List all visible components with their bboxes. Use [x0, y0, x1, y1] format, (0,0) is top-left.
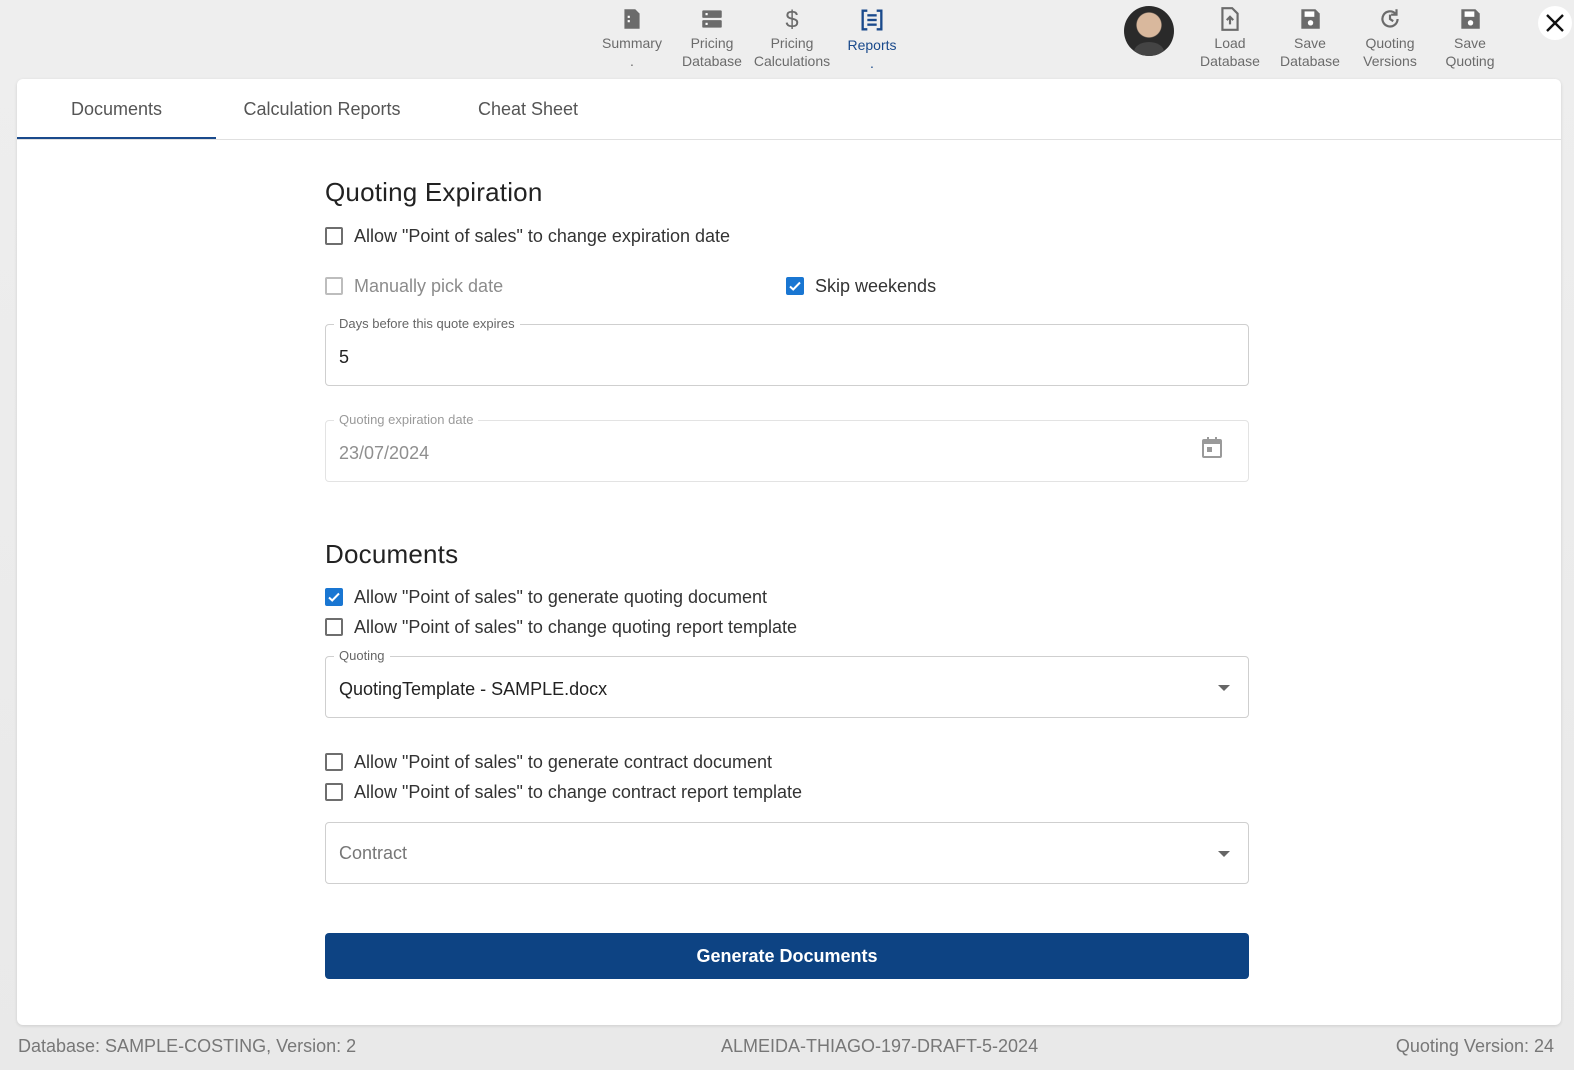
- summary-button[interactable]: Summary .: [590, 6, 674, 70]
- checkbox-box[interactable]: [325, 753, 343, 771]
- pricing-calculations-label: Pricing Calculations: [753, 35, 831, 69]
- save-database-icon: [1301, 9, 1320, 29]
- documents-heading: Documents: [325, 539, 459, 569]
- calendar-icon[interactable]: [1200, 435, 1224, 461]
- days-before-expire-label: Days before this quote expires: [334, 316, 520, 331]
- expiration-date-value[interactable]: 23/07/2024: [339, 443, 429, 464]
- save-database-label: Save Database: [1280, 35, 1340, 69]
- checkbox-box[interactable]: [325, 783, 343, 801]
- database-status: Database: SAMPLE-COSTING, Version: 2: [18, 1036, 357, 1056]
- load-database-icon: [1221, 7, 1239, 31]
- pricing-database-button[interactable]: Pricing Database: [670, 6, 754, 70]
- skip-weekends-label: Skip weekends: [815, 275, 937, 296]
- generate-documents-button[interactable]: Generate Documents: [325, 933, 1249, 979]
- top-toolbar: Summary . Pricing Database $ Pricing Cal…: [0, 0, 1574, 78]
- checkbox-box[interactable]: [325, 227, 343, 245]
- tab-documents[interactable]: Documents: [17, 79, 216, 139]
- dropdown-caret-icon[interactable]: [1218, 685, 1230, 691]
- checkmark-icon: [789, 281, 801, 291]
- days-before-expire-value[interactable]: 5: [339, 347, 349, 368]
- main-card: Documents Calculation Reports Cheat Shee…: [17, 79, 1561, 1025]
- reports-label: Reports .: [847, 37, 897, 71]
- quoting-versions-label: Quoting Versions: [1363, 35, 1417, 69]
- status-bar: Database: SAMPLE-COSTING, Version: 2 ALM…: [0, 1036, 1574, 1060]
- expiration-date-field[interactable]: Quoting expiration date 23/07/2024: [325, 412, 1249, 482]
- skip-weekends-checkbox[interactable]: Skip weekends: [786, 274, 936, 298]
- days-before-expire-field[interactable]: Days before this quote expires 5: [325, 316, 1249, 386]
- quoting-expiration-heading: Quoting Expiration: [325, 177, 543, 207]
- allow-generate-contract-checkbox[interactable]: Allow "Point of sales" to generate contr…: [325, 750, 772, 774]
- tab-calculation-reports[interactable]: Calculation Reports: [216, 79, 428, 137]
- allow-generate-contract-label: Allow "Point of sales" to generate contr…: [354, 751, 773, 772]
- contract-placeholder: Contract: [339, 843, 408, 863]
- avatar[interactable]: [1124, 6, 1174, 56]
- close-button[interactable]: [1538, 6, 1572, 40]
- quoting-version-status: Quoting Version: 24: [1395, 1036, 1554, 1056]
- svg-text:$: $: [785, 7, 798, 32]
- tab-bar: Documents Calculation Reports Cheat Shee…: [17, 79, 1561, 140]
- pricing-database-icon: [702, 10, 722, 28]
- tab-cheat-sheet[interactable]: Cheat Sheet: [428, 79, 628, 137]
- save-quoting-icon: [1461, 9, 1480, 29]
- summary-label: Summary .: [602, 35, 662, 69]
- allow-change-expiration-checkbox[interactable]: Allow "Point of sales" to change expirat…: [325, 224, 730, 248]
- load-database-button[interactable]: Load Database: [1188, 6, 1272, 70]
- save-quoting-label: Save Quoting: [1445, 35, 1495, 69]
- quote-id: ALMEIDA-THIAGO-197-DRAFT-5-2024: [721, 1036, 1039, 1056]
- dropdown-caret-icon[interactable]: [1218, 851, 1230, 857]
- pricing-calculations-button[interactable]: $ Pricing Calculations: [750, 6, 834, 70]
- contract-template-select[interactable]: Contract: [325, 822, 1249, 884]
- expiration-date-label: Quoting expiration date: [334, 412, 479, 427]
- reports-icon: [861, 9, 883, 31]
- allow-change-quoting-template-checkbox[interactable]: Allow "Point of sales" to change quoting…: [325, 615, 797, 639]
- load-database-label: Load Database: [1200, 35, 1260, 69]
- checkbox-box[interactable]: [325, 618, 343, 636]
- allow-generate-quoting-label: Allow "Point of sales" to generate quoti…: [354, 586, 768, 607]
- manually-pick-date-label: Manually pick date: [354, 275, 504, 296]
- quoting-versions-icon: [1381, 9, 1399, 28]
- checkbox-box[interactable]: [786, 277, 804, 295]
- checkmark-icon: [328, 592, 340, 602]
- quoting-versions-button[interactable]: Quoting Versions: [1348, 6, 1432, 70]
- reports-button[interactable]: Reports .: [830, 6, 914, 72]
- quoting-template-select[interactable]: Quoting QuotingTemplate - SAMPLE.docx: [325, 648, 1249, 718]
- save-quoting-button[interactable]: Save Quoting: [1428, 6, 1512, 70]
- quoting-template-label: Quoting: [334, 648, 390, 663]
- allow-generate-quoting-checkbox[interactable]: Allow "Point of sales" to generate quoti…: [325, 585, 767, 609]
- summary-icon: [624, 9, 640, 29]
- manually-pick-date-checkbox[interactable]: Manually pick date: [325, 274, 503, 298]
- close-icon: [1546, 14, 1564, 32]
- pricing-calculations-icon: $: [785, 7, 798, 32]
- checkbox-box[interactable]: [325, 588, 343, 606]
- quoting-template-value[interactable]: QuotingTemplate - SAMPLE.docx: [339, 679, 607, 700]
- pricing-database-label: Pricing Database: [682, 35, 742, 69]
- save-database-button[interactable]: Save Database: [1268, 6, 1352, 70]
- allow-change-expiration-label: Allow "Point of sales" to change expirat…: [354, 225, 731, 246]
- allow-change-contract-template-checkbox[interactable]: Allow "Point of sales" to change contrac…: [325, 780, 802, 804]
- allow-change-quoting-template-label: Allow "Point of sales" to change quoting…: [354, 616, 798, 637]
- allow-change-contract-template-label: Allow "Point of sales" to change contrac…: [354, 781, 803, 802]
- checkbox-box[interactable]: [325, 277, 343, 295]
